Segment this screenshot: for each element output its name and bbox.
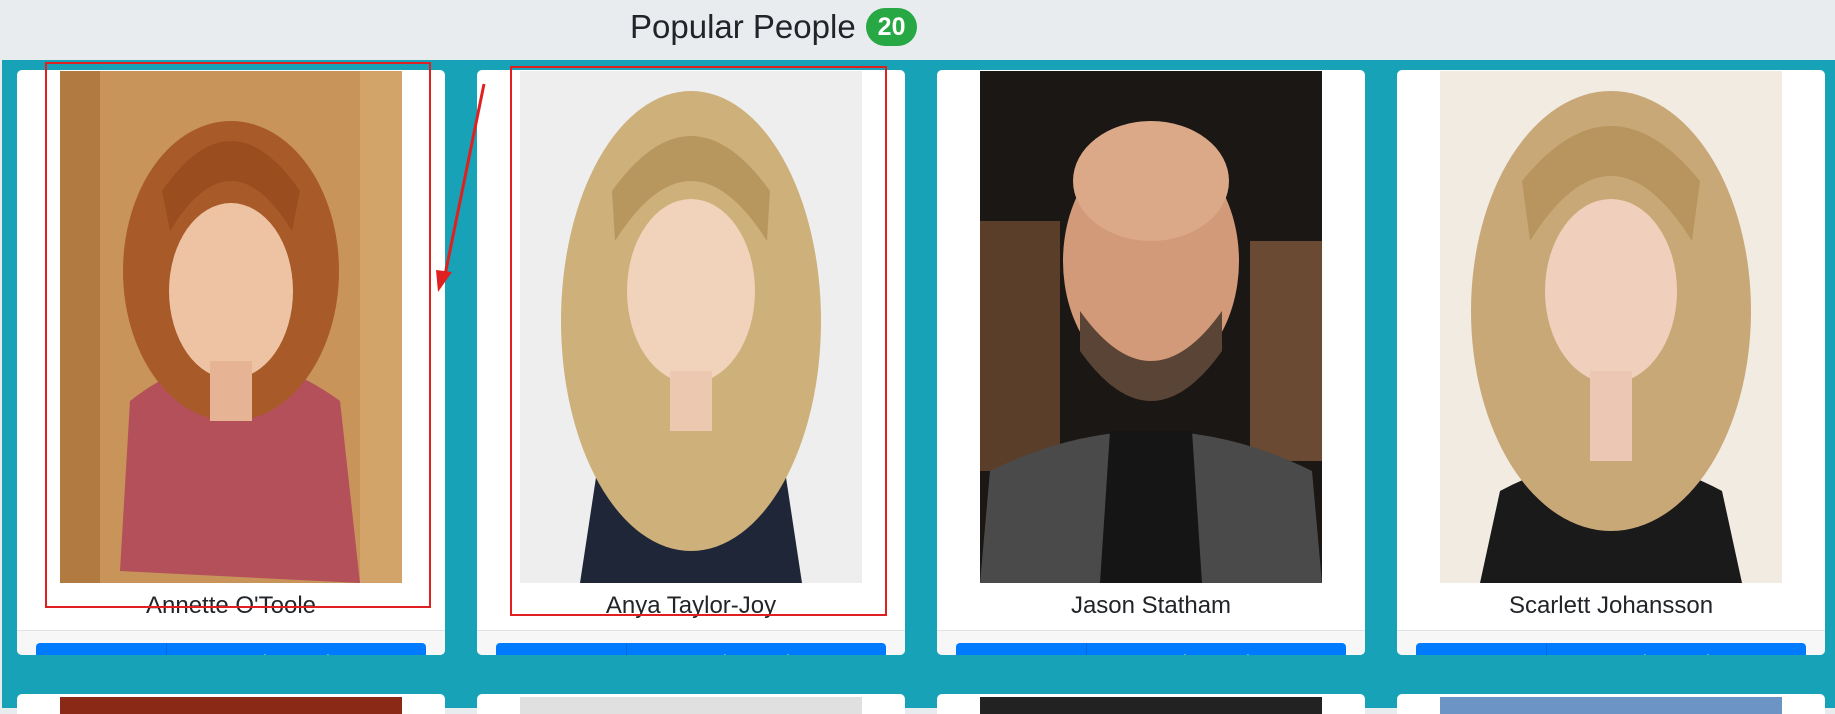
annotation-arrow xyxy=(436,83,486,292)
